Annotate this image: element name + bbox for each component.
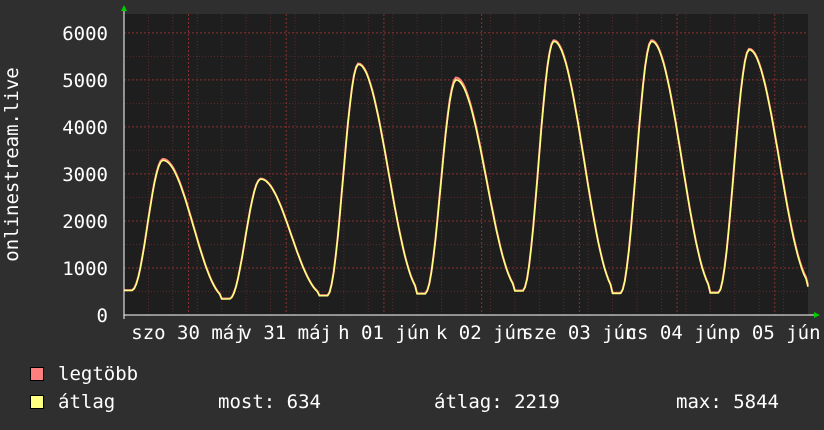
y-tick-label: 4000 (62, 117, 108, 139)
legend-swatch-max (30, 367, 44, 381)
x-tick-label: v 31 máj (240, 322, 332, 344)
x-tick-label: k 02 jún (436, 322, 528, 344)
y-tick-label: 5000 (62, 70, 108, 92)
stat-max: max: 5844 (676, 391, 779, 413)
y-tick-label: 6000 (62, 23, 108, 45)
x-tick-label: sze 03 jún (522, 322, 636, 344)
legend-item-max: legtöbb (30, 363, 138, 385)
y-tick-label: 1000 (62, 258, 108, 280)
y-tick-label: 2000 (62, 211, 108, 233)
x-tick-label: cs 04 jún (626, 322, 729, 344)
legend-item-avg: átlag (30, 391, 115, 413)
legend-label-max: legtöbb (58, 363, 139, 385)
x-tick-label: h 01 jún (338, 322, 430, 344)
legend-label-avg: átlag (58, 391, 116, 413)
y-axis-label: onlinestream.live (1, 67, 23, 261)
stat-now: most: 634 (218, 391, 321, 413)
x-tick-label: p 05 jún (729, 322, 821, 344)
stat-average: átlag: 2219 (434, 391, 560, 413)
y-tick-label: 0 (97, 305, 108, 327)
y-tick-label: 3000 (62, 164, 108, 186)
legend-swatch-avg (30, 395, 44, 409)
y-axis-arrow (121, 5, 127, 11)
x-axis-arrow (814, 312, 820, 318)
x-tick-label: szo 30 máj (131, 322, 245, 344)
